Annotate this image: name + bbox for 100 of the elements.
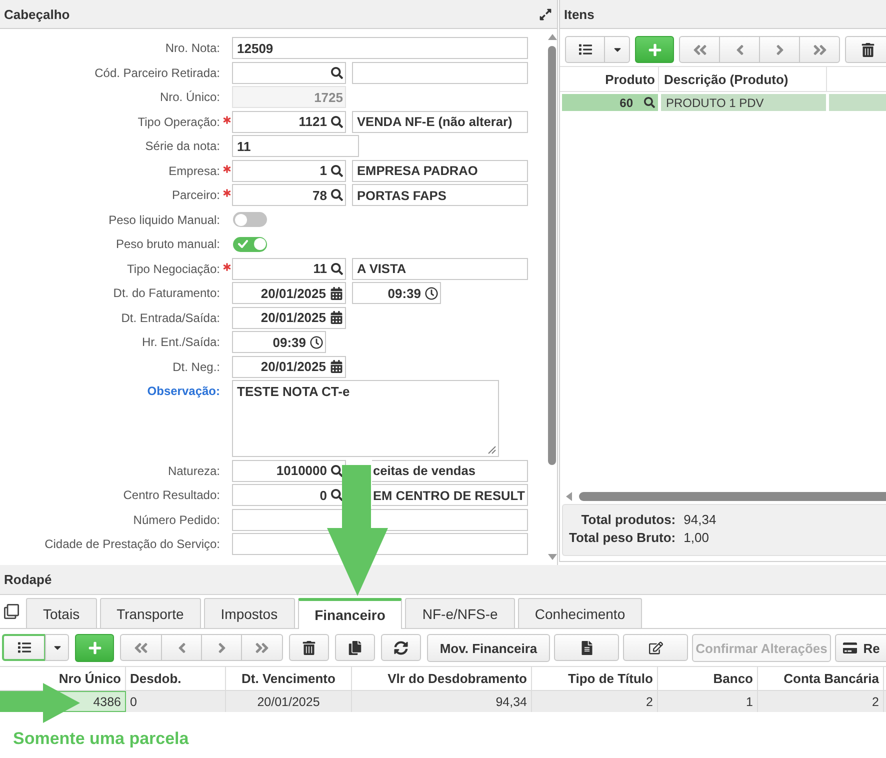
total-label: Total peso Bruto:	[569, 529, 676, 547]
add-button[interactable]	[635, 36, 674, 63]
text-area[interactable]: TESTE NOTA CT-e	[232, 380, 499, 457]
field-label: Dt. do Faturamento:	[113, 286, 220, 300]
search-icon[interactable]	[331, 262, 343, 274]
plus-icon	[648, 42, 662, 56]
delete-button[interactable]	[845, 36, 886, 63]
date-field[interactable]: 20/01/2025	[232, 282, 346, 304]
tab[interactable]: Totais	[26, 598, 97, 628]
scrollbar-thumb[interactable]	[548, 46, 556, 465]
tab[interactable]: Impostos	[204, 598, 295, 628]
table-row[interactable]: 4386 0 20/01/2025 94,34 2 1 2	[0, 691, 886, 712]
search-icon[interactable]	[331, 189, 343, 201]
description-field[interactable]: EM CENTRO DE RESULT	[372, 484, 528, 506]
total-label: Total produtos:	[581, 511, 676, 529]
calendar-icon[interactable]	[330, 311, 343, 324]
time-field[interactable]: 09:39	[352, 282, 441, 304]
search-icon[interactable]	[331, 116, 343, 128]
clone-icon[interactable]	[4, 604, 19, 619]
clock-icon[interactable]	[425, 286, 438, 300]
calendar-icon[interactable]	[330, 286, 343, 300]
code-field[interactable]: 1121	[232, 110, 346, 132]
search-icon[interactable]	[331, 489, 343, 501]
last-button[interactable]	[241, 634, 283, 661]
search-icon[interactable]	[644, 97, 655, 108]
table-cell: 2	[758, 691, 884, 712]
description-field[interactable]	[352, 62, 528, 84]
previous-button[interactable]	[719, 36, 760, 63]
field-label: Nro. Único:	[160, 90, 220, 104]
previous-button[interactable]	[161, 634, 202, 661]
input-field[interactable]: 12509	[232, 37, 528, 59]
plus-icon	[88, 641, 102, 655]
field-label: Tipo Operação:	[138, 114, 220, 128]
next-button[interactable]	[759, 36, 800, 63]
edit-icon	[648, 640, 662, 654]
refresh-button[interactable]	[381, 634, 421, 661]
dropdown-button[interactable]	[45, 634, 69, 661]
toggle-switch[interactable]	[233, 236, 267, 252]
code-field[interactable]: 11	[232, 258, 346, 280]
input-field[interactable]: 11	[232, 135, 359, 157]
first-button[interactable]	[120, 634, 162, 661]
table-cell: 1	[658, 691, 758, 712]
edit-button[interactable]	[623, 634, 688, 661]
table-cell: 0	[126, 691, 226, 712]
document-button[interactable]	[554, 634, 619, 661]
table-cell: 20/01/2025	[226, 691, 352, 712]
code-field[interactable]: 78	[232, 184, 346, 206]
search-icon[interactable]	[331, 66, 343, 78]
expand-icon[interactable]	[539, 8, 552, 20]
resize-grip-icon[interactable]	[488, 446, 496, 454]
field-label: Centro Resultado:	[123, 488, 220, 502]
field-label: Nro. Nota:	[165, 41, 220, 55]
scroll-left-icon[interactable]	[566, 492, 572, 500]
toggle-switch[interactable]	[233, 212, 267, 227]
field-label: Série da nota:	[145, 139, 220, 153]
code-field[interactable]: 1	[232, 160, 346, 182]
tab[interactable]: NF-e/NFS-e	[405, 598, 515, 628]
scrollbar-thumb[interactable]	[579, 492, 886, 500]
field-label: Observação:	[147, 384, 220, 398]
tab[interactable]: Transporte	[100, 598, 201, 628]
next-button[interactable]	[201, 634, 242, 661]
toolbar-button[interactable]: Re	[835, 634, 886, 662]
description-field[interactable]: PORTAS FAPS	[352, 184, 528, 206]
column-header: Produto	[560, 67, 659, 91]
date-field[interactable]: 20/01/2025	[232, 356, 346, 378]
calendar-icon[interactable]	[330, 360, 343, 373]
description-field[interactable]: VENDA NF-E (não alterar)	[352, 110, 528, 132]
column-header: Dt. Vencimento	[226, 667, 352, 690]
list-view-button[interactable]	[565, 36, 605, 63]
code-field[interactable]: 1010000	[232, 460, 346, 482]
list-view-button[interactable]	[2, 634, 46, 661]
field-label: Empresa:	[168, 164, 220, 178]
tab[interactable]: Financeiro	[298, 598, 402, 629]
trash-icon	[302, 640, 316, 654]
first-button[interactable]	[679, 36, 720, 63]
description-field[interactable]: EMPRESA PADRAO	[352, 160, 528, 182]
toolbar-button[interactable]: Mov. Financeira	[427, 634, 550, 662]
field-label: Cidade de Prestação do Serviço:	[44, 537, 220, 551]
section-title: Rodapé	[4, 572, 52, 587]
clock-icon[interactable]	[310, 336, 323, 348]
list-icon	[18, 641, 30, 654]
last-button[interactable]	[799, 36, 840, 63]
add-button[interactable]	[75, 634, 114, 662]
total-value: 94,34	[684, 511, 716, 529]
copy-button[interactable]	[335, 634, 375, 661]
code-field[interactable]	[232, 62, 346, 84]
description-field[interactable]: A VISTA	[352, 258, 528, 280]
field-label: Peso bruto manual:	[116, 237, 220, 251]
scroll-up-icon[interactable]	[548, 34, 556, 40]
search-icon[interactable]	[331, 164, 343, 176]
check-icon	[238, 240, 248, 248]
description-field[interactable]: ceitas de vendas	[372, 460, 528, 482]
search-icon[interactable]	[331, 464, 343, 476]
scroll-down-icon[interactable]	[548, 554, 556, 560]
table-cell: PRODUTO 1 PDV	[658, 94, 826, 111]
delete-button[interactable]	[289, 634, 329, 661]
tab[interactable]: Conhecimento	[518, 598, 642, 628]
time-field[interactable]: 09:39	[232, 331, 326, 353]
table-row[interactable]: 60 PRODUTO 1 PDV	[562, 94, 886, 111]
date-field[interactable]: 20/01/2025	[232, 306, 346, 328]
